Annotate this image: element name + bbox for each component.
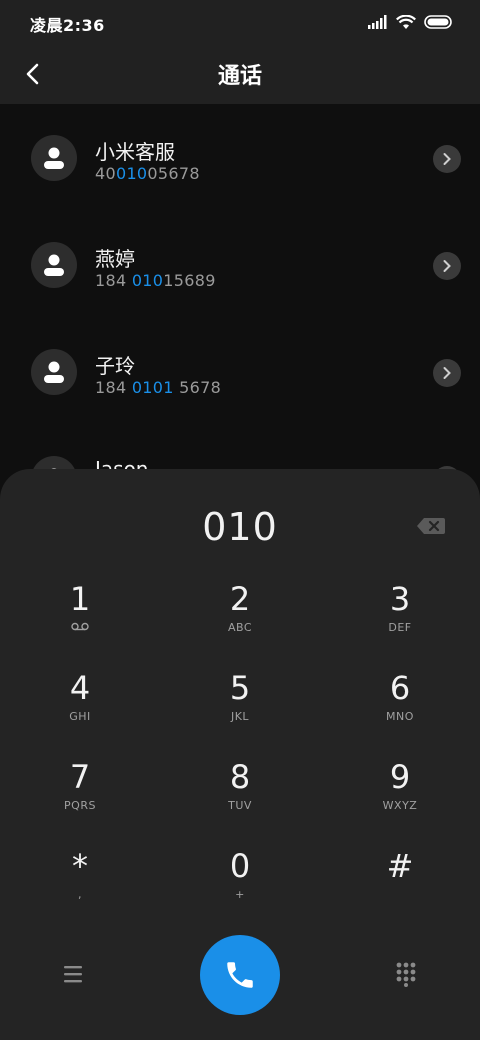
- contact-detail-button[interactable]: [433, 359, 461, 387]
- wifi-icon: [396, 14, 416, 29]
- signal-icon: [368, 15, 387, 29]
- key-3[interactable]: 3 DEF: [340, 579, 460, 659]
- contact-name: 燕婷: [95, 247, 135, 271]
- key-5[interactable]: 5 JKL: [180, 668, 300, 748]
- backspace-icon: [417, 518, 445, 534]
- key-8[interactable]: 8 TUV: [180, 757, 300, 837]
- contact-row[interactable]: 燕婷 184 01015689: [0, 211, 480, 318]
- page-title: 通话: [217, 64, 262, 89]
- app-bar: 通话: [0, 44, 480, 104]
- contact-row[interactable]: 子玲 184 0101 5678: [0, 318, 480, 425]
- key-1[interactable]: 1: [20, 579, 140, 659]
- contact-row[interactable]: 小米客服 4001005678: [0, 104, 480, 211]
- key-star[interactable]: * ,: [20, 846, 140, 926]
- menu-button[interactable]: [60, 963, 86, 985]
- call-button[interactable]: [200, 935, 280, 1015]
- contact-number: 184 01015689: [95, 271, 216, 290]
- phone-icon: [227, 962, 253, 988]
- chevron-right-icon: [443, 153, 451, 165]
- person-icon: [44, 254, 64, 276]
- battery-icon: [424, 15, 452, 29]
- chevron-right-icon: [443, 367, 451, 379]
- key-6[interactable]: 6 MNO: [340, 668, 460, 748]
- contact-name: 子玲: [95, 354, 135, 378]
- dialpad-actions: [0, 935, 480, 1015]
- contact-name: 小米客服: [95, 140, 175, 164]
- key-4[interactable]: 4 GHI: [20, 668, 140, 748]
- key-0[interactable]: 0 +: [180, 846, 300, 926]
- status-icons: [368, 12, 454, 32]
- dialpad-panel: 010 1 2 ABC 3 DEF 4 GHI 5 JKL 6 MNO 7 PQ…: [0, 469, 480, 1040]
- dialpad-toggle-button[interactable]: [393, 961, 419, 987]
- menu-icon: [64, 966, 82, 983]
- key-7[interactable]: 7 PQRS: [20, 757, 140, 837]
- contact-number: 4001005678: [95, 164, 200, 183]
- dialpad-grid-icon: [396, 962, 416, 987]
- key-2[interactable]: 2 ABC: [180, 579, 300, 659]
- backspace-button[interactable]: [416, 517, 446, 535]
- contact-detail-button[interactable]: [433, 252, 461, 280]
- person-icon: [44, 147, 64, 169]
- avatar: [31, 135, 77, 181]
- contact-detail-button[interactable]: [433, 145, 461, 173]
- dialed-number: 010: [202, 505, 278, 549]
- chevron-right-icon: [443, 260, 451, 272]
- avatar: [31, 242, 77, 288]
- status-bar: 凌晨2:36: [0, 0, 480, 44]
- person-icon: [44, 361, 64, 383]
- avatar: [31, 349, 77, 395]
- key-hash[interactable]: #: [340, 846, 460, 926]
- voicemail-icon: [71, 622, 89, 631]
- contact-list: 小米客服 4001005678 燕婷 184 01015689 子玲 184 0…: [0, 104, 480, 532]
- contact-number: 184 0101 5678: [95, 378, 222, 397]
- status-time: 凌晨2:36: [30, 16, 105, 35]
- key-9[interactable]: 9 WXYZ: [340, 757, 460, 837]
